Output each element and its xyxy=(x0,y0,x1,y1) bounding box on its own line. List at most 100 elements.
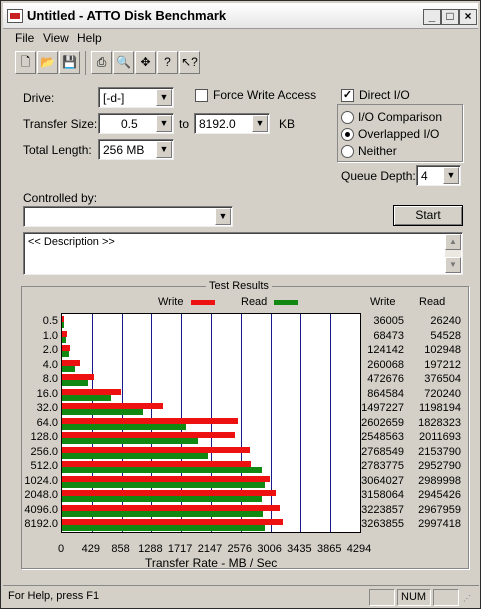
status-pane-caps xyxy=(369,589,395,606)
chevron-down-icon[interactable]: ▼ xyxy=(252,115,268,132)
neither-label[interactable]: Neither xyxy=(358,144,397,158)
read-column-header: Read xyxy=(419,296,446,308)
description-scrollbar[interactable]: ▲ ▼ xyxy=(445,234,461,273)
menu-file[interactable]: File xyxy=(15,31,34,45)
direct-io-checkbox[interactable]: ✓ xyxy=(341,89,354,102)
help-icon[interactable]: ? xyxy=(157,51,178,74)
read-bar xyxy=(62,380,88,387)
write-value: 472676 xyxy=(367,373,404,386)
read-value: 2952790 xyxy=(418,460,461,473)
print-preview-icon[interactable]: 🔍 xyxy=(113,51,134,74)
controlled-by-select[interactable]: ▼ xyxy=(23,206,233,227)
transfer-size-to-select[interactable]: 8192.0 ▼ xyxy=(194,113,270,134)
queue-depth-label: Queue Depth: xyxy=(341,169,416,183)
overlapped-io-label[interactable]: Overlapped I/O xyxy=(358,127,439,141)
queue-depth-value: 4 xyxy=(421,169,428,183)
chevron-down-icon[interactable]: ▼ xyxy=(156,115,172,132)
read-value: 197212 xyxy=(424,358,461,371)
write-value: 1497227 xyxy=(361,402,404,415)
read-value: 720240 xyxy=(424,387,461,400)
maximize-button[interactable]: □ xyxy=(441,9,459,25)
description-textarea[interactable]: << Description >> ▲ ▼ xyxy=(23,232,463,275)
status-num: NUM xyxy=(397,589,431,606)
force-write-checkbox[interactable] xyxy=(195,89,208,102)
write-value: 36005 xyxy=(373,315,404,327)
description-text: << Description >> xyxy=(28,236,115,248)
read-value: 2967959 xyxy=(418,503,461,516)
controlled-by-label: Controlled by: xyxy=(23,191,98,205)
minimize-button[interactable]: _ xyxy=(423,9,441,25)
move-icon[interactable]: ✥ xyxy=(135,51,156,74)
y-tick-label: 32.0 xyxy=(36,402,58,415)
new-icon[interactable]: 🗋 xyxy=(15,51,36,74)
y-tick-label: 0.5 xyxy=(42,315,58,327)
write-value: 3223857 xyxy=(361,503,404,516)
read-bar xyxy=(62,496,262,503)
read-bar xyxy=(62,467,263,474)
read-value: 376504 xyxy=(424,373,461,386)
context-help-icon[interactable]: ↖? xyxy=(179,51,200,74)
drive-select[interactable]: [-d-] ▼ xyxy=(98,87,174,108)
grid-line xyxy=(300,314,301,532)
toolbar-separator xyxy=(85,51,86,75)
app-window: Untitled - ATTO Disk Benchmark _ □ × Fil… xyxy=(0,0,481,609)
open-icon[interactable]: 📂 xyxy=(37,51,58,74)
write-value: 124142 xyxy=(367,344,404,357)
scroll-down-icon[interactable]: ▼ xyxy=(445,257,461,273)
read-value: 2989998 xyxy=(418,474,461,487)
read-value: 2997418 xyxy=(418,518,461,531)
write-value: 3158064 xyxy=(361,489,404,502)
io-comparison-label[interactable]: I/O Comparison xyxy=(358,110,442,124)
close-button[interactable]: × xyxy=(459,9,477,25)
print-icon[interactable]: ⎙ xyxy=(91,51,112,74)
status-bar: For Help, press F1 NUM ⋰ xyxy=(3,585,479,607)
start-button[interactable]: Start xyxy=(393,205,463,226)
read-bar xyxy=(62,351,69,358)
read-bar xyxy=(62,438,199,445)
read-value: 26240 xyxy=(430,315,461,327)
resize-grip-icon[interactable]: ⋰ xyxy=(463,594,471,603)
neither-radio[interactable] xyxy=(341,145,354,158)
transfer-size-from-select[interactable]: 0.5 ▼ xyxy=(98,113,174,134)
queue-depth-select[interactable]: 4 ▼ xyxy=(416,165,461,186)
write-value: 3263855 xyxy=(361,518,404,531)
results-chart xyxy=(61,313,361,533)
legend-read-label: Read xyxy=(241,296,268,308)
total-length-select[interactable]: 256 MB ▼ xyxy=(98,139,174,160)
y-tick-label: 4096.0 xyxy=(24,503,58,516)
write-value: 2602659 xyxy=(361,416,404,429)
read-bar xyxy=(62,525,266,532)
read-bar xyxy=(62,336,66,343)
y-tick-label: 4.0 xyxy=(42,358,58,371)
overlapped-io-radio[interactable] xyxy=(341,128,354,141)
test-results-title: Test Results xyxy=(206,280,272,292)
window-title: Untitled - ATTO Disk Benchmark xyxy=(27,8,227,23)
chevron-down-icon[interactable]: ▼ xyxy=(215,208,231,225)
y-tick-label: 16.0 xyxy=(36,387,58,400)
x-tick-label: 4294 xyxy=(346,543,372,555)
chevron-down-icon[interactable]: ▼ xyxy=(156,141,172,158)
app-icon[interactable] xyxy=(7,9,23,23)
y-tick-label: 512.0 xyxy=(30,460,58,473)
io-comparison-radio[interactable] xyxy=(341,111,354,124)
title-bar[interactable]: Untitled - ATTO Disk Benchmark _ □ × xyxy=(3,3,478,29)
direct-io-label[interactable]: Direct I/O xyxy=(359,88,410,102)
toolbar: 🗋 📂 💾 ⎙ 🔍 ✥ ? ↖? xyxy=(11,51,211,76)
menu-view[interactable]: View xyxy=(43,31,69,45)
x-axis-label: Transfer Rate - MB / Sec xyxy=(145,556,278,570)
drive-label: Drive: xyxy=(23,91,55,105)
save-icon[interactable]: 💾 xyxy=(59,51,80,74)
legend-write-swatch xyxy=(191,300,215,305)
kb-label: KB xyxy=(279,117,296,131)
status-pane-scrl xyxy=(433,589,459,606)
chevron-down-icon[interactable]: ▼ xyxy=(156,89,172,106)
transfer-to-value: 8192.0 xyxy=(199,117,236,131)
read-value: 2153790 xyxy=(418,445,461,458)
read-value: 1828323 xyxy=(418,416,461,429)
read-bar xyxy=(62,409,144,416)
chevron-down-icon[interactable]: ▼ xyxy=(443,167,459,184)
scroll-up-icon[interactable]: ▲ xyxy=(445,234,461,250)
menu-help[interactable]: Help xyxy=(77,31,102,45)
write-value: 2548563 xyxy=(361,431,404,444)
force-write-label[interactable]: Force Write Access xyxy=(213,88,316,102)
